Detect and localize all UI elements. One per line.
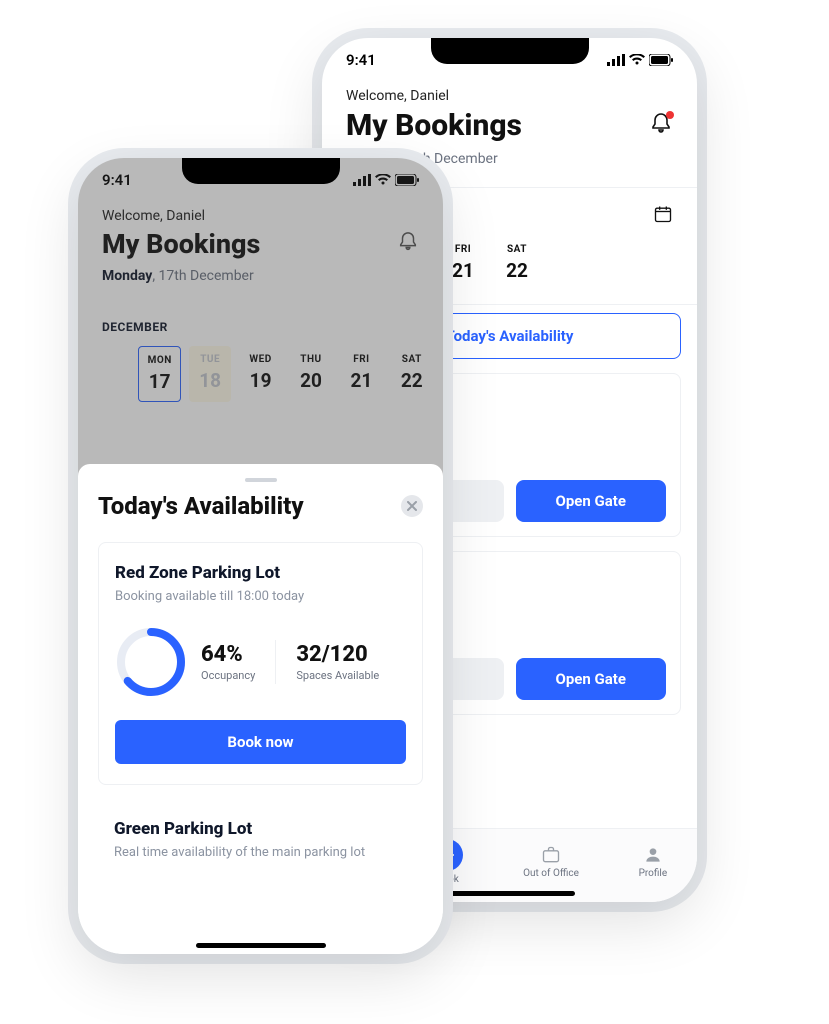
notch <box>182 158 340 184</box>
sheet-title: Today's Availability <box>98 492 304 520</box>
nav-profile[interactable]: Profile <box>639 845 668 879</box>
occupancy-ring <box>115 626 187 698</box>
battery-icon <box>649 54 673 66</box>
red-zone-lot: Red Zone Parking Lot Booking available t… <box>98 542 423 785</box>
nav-label: Out of Office <box>523 868 579 879</box>
home-indicator <box>445 891 575 896</box>
book-now-button[interactable]: Book now <box>115 720 406 764</box>
occupancy-pct: 64% <box>201 642 255 667</box>
close-button[interactable] <box>401 495 423 517</box>
spaces-label: Spaces Available <box>296 669 379 682</box>
home-indicator <box>196 943 326 948</box>
notification-dot <box>666 111 674 119</box>
signal-icon <box>607 54 625 66</box>
nav-out-of-office[interactable]: Out of Office <box>523 845 579 879</box>
divider <box>275 640 276 684</box>
spaces-count: 32/120 <box>296 642 379 667</box>
drag-handle[interactable] <box>245 478 277 482</box>
status-icons <box>607 54 673 66</box>
page-title: My Bookings <box>346 108 522 143</box>
day-of-week: FRI <box>455 244 471 255</box>
briefcase-icon <box>541 845 561 865</box>
modal-dimmer[interactable] <box>78 158 443 478</box>
calendar-day[interactable]: FRI 21 <box>440 236 486 290</box>
nav-label: Profile <box>639 868 668 879</box>
lot-title: Red Zone Parking Lot <box>115 563 406 583</box>
calendar-icon[interactable] <box>653 204 673 224</box>
green-lot: Green Parking Lot Real time availability… <box>98 803 423 860</box>
wifi-icon <box>629 54 645 66</box>
calendar-day[interactable]: SAT 22 <box>494 236 540 290</box>
welcome-text: Welcome, Daniel <box>346 88 673 104</box>
person-icon <box>643 845 663 865</box>
availability-sheet: Today's Availability Red Zone Parking Lo… <box>78 464 443 954</box>
notch <box>431 38 589 64</box>
day-number: 21 <box>452 259 474 282</box>
day-of-week: SAT <box>507 244 527 255</box>
open-gate-button[interactable]: Open Gate <box>516 480 667 522</box>
phone-front: 9:41 Welcome, Daniel My Bookings Monday,… <box>78 158 443 954</box>
lot-subtitle: Booking available till 18:00 today <box>115 589 406 604</box>
close-icon <box>407 501 417 511</box>
status-time: 9:41 <box>346 51 376 69</box>
lot-title: Green Parking Lot <box>114 819 407 839</box>
notification-bell[interactable] <box>649 112 673 140</box>
day-number: 22 <box>506 259 528 282</box>
occupancy-label: Occupancy <box>201 669 255 682</box>
open-gate-button[interactable]: Open Gate <box>516 658 667 700</box>
lot-subtitle: Real time availability of the main parki… <box>114 845 407 860</box>
